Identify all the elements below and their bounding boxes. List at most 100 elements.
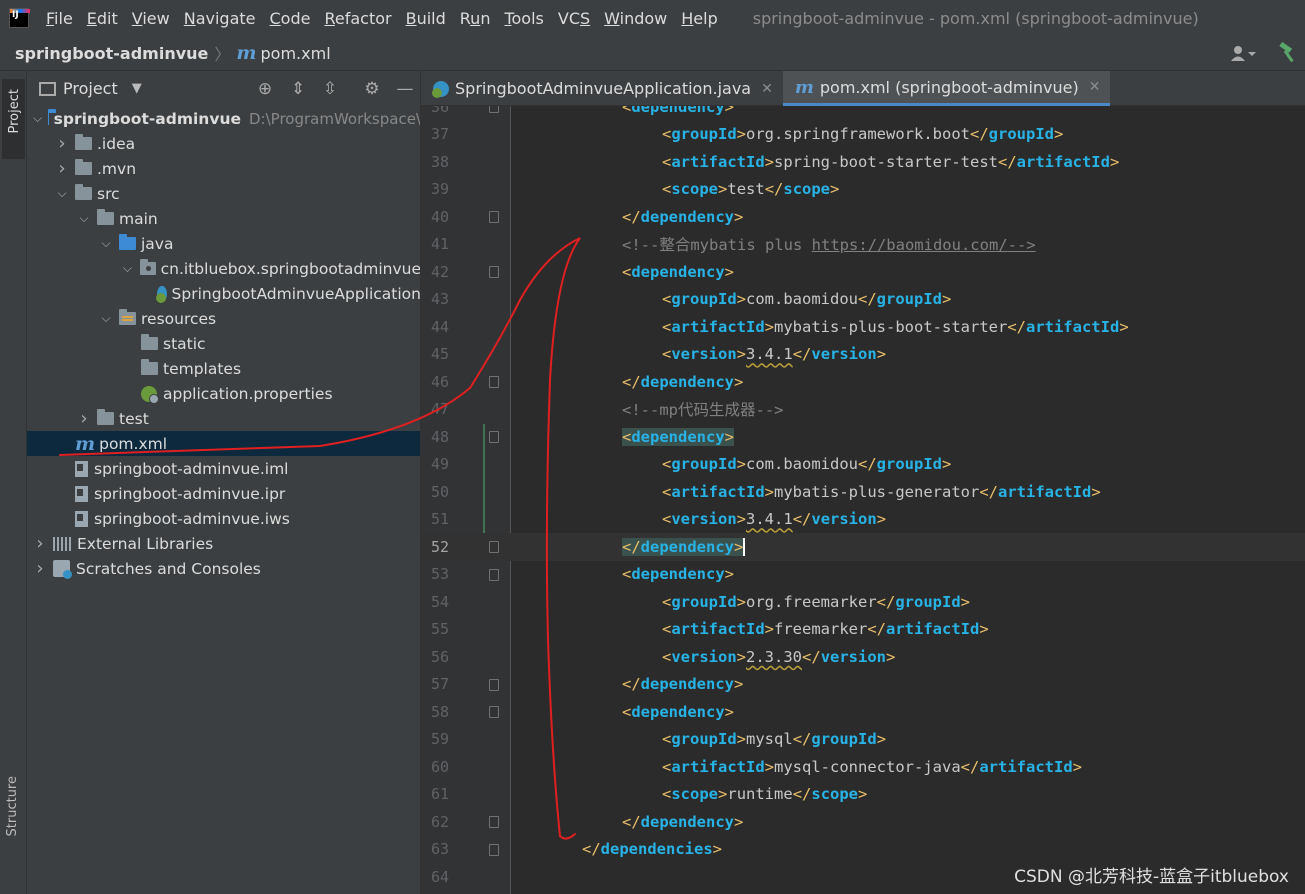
tree-item[interactable]: ⌵ src xyxy=(27,181,420,206)
fold-open-icon[interactable] xyxy=(489,106,499,113)
code-line[interactable]: 52 </dependency> xyxy=(421,533,1305,561)
chevron-right-icon[interactable]: › xyxy=(33,533,47,554)
menu-run[interactable]: Run xyxy=(453,9,498,28)
code-line[interactable]: 46 </dependency> xyxy=(421,368,1305,396)
chevron-right-icon[interactable]: › xyxy=(55,158,69,179)
editor-tab[interactable]: SpringbootAdminvueApplication.java ✕ xyxy=(421,71,783,106)
code-line[interactable]: 42 <dependency> xyxy=(421,258,1305,286)
tree-item[interactable]: › test xyxy=(27,406,420,431)
menu-tools[interactable]: Tools xyxy=(497,9,550,28)
code-line[interactable]: 43 <groupId>com.baomidou</groupId> xyxy=(421,286,1305,314)
menu-edit[interactable]: Edit xyxy=(80,9,125,28)
code-line[interactable]: 61 <scope>runtime</scope> xyxy=(421,781,1305,809)
chevron-down-icon[interactable]: ⌵ xyxy=(77,211,91,226)
fold-close-icon[interactable] xyxy=(489,816,499,828)
tree-item[interactable]: ›templates xyxy=(27,356,420,381)
intellij-logo-icon[interactable] xyxy=(9,8,30,28)
code-line[interactable]: 53 <dependency> xyxy=(421,561,1305,589)
menu-help[interactable]: Help xyxy=(674,9,724,28)
chevron-down-icon[interactable]: ⌵ xyxy=(99,311,113,326)
code-line[interactable]: 57 </dependency> xyxy=(421,671,1305,699)
code-line[interactable]: 63 </dependencies> xyxy=(421,836,1305,864)
build-hammer-icon[interactable] xyxy=(1277,41,1299,64)
fold-open-icon[interactable] xyxy=(489,568,499,581)
project-panel-title[interactable]: Project xyxy=(63,79,118,98)
code-line[interactable]: 36 <dependency> xyxy=(421,106,1305,121)
code-line[interactable]: 56 <version>2.3.30</version> xyxy=(421,643,1305,671)
fold-open-icon[interactable] xyxy=(489,431,499,443)
code-line[interactable]: 60 <artifactId>mysql-connector-java</arti… xyxy=(421,753,1305,781)
menu-window[interactable]: Window xyxy=(597,9,674,28)
tree-item[interactable]: ⌵ main xyxy=(27,206,420,231)
code-line[interactable]: 40 </dependency> xyxy=(421,203,1305,231)
tree-item[interactable]: › .idea xyxy=(27,131,420,156)
code-line[interactable]: 38 <artifactId>spring-boot-starter-test</… xyxy=(421,148,1305,176)
gear-icon[interactable]: ⚙ xyxy=(362,79,382,99)
chevron-right-icon[interactable]: › xyxy=(33,558,47,579)
tree-item[interactable]: ›SpringbootAdminvueApplication xyxy=(27,281,420,306)
menu-file[interactable]: File xyxy=(39,9,80,28)
chevron-down-icon[interactable]: ⌵ xyxy=(55,186,69,201)
breadcrumb-file[interactable]: pom.xml xyxy=(261,44,331,63)
tree-item[interactable]: ›application.properties xyxy=(27,381,420,406)
chevron-down-icon[interactable]: ⌵ xyxy=(33,111,42,126)
project-tool-button[interactable]: Project xyxy=(2,79,25,159)
tree-item[interactable]: ⌵ resources xyxy=(27,306,420,331)
tree-item[interactable]: ›mpom.xml xyxy=(27,431,420,456)
close-icon[interactable]: ✕ xyxy=(761,81,773,97)
breadcrumb-project[interactable]: springboot-adminvue xyxy=(15,44,208,63)
minimize-icon[interactable]: — xyxy=(395,79,415,99)
code-line[interactable]: 50 <artifactId>mybatis-plus-generator</ar… xyxy=(421,478,1305,506)
tree-item[interactable]: ›springboot-adminvue.iws xyxy=(27,506,420,531)
tree-item[interactable]: ⌵ java xyxy=(27,231,420,256)
code-line[interactable]: 47 <!--mp代码生成器--> xyxy=(421,396,1305,424)
close-icon[interactable]: ✕ xyxy=(1089,79,1101,95)
fold-close-icon[interactable] xyxy=(489,541,499,553)
code-line[interactable]: 37 <groupId>org.springframework.boot</gro… xyxy=(421,121,1305,149)
structure-tool-button[interactable]: Structure xyxy=(5,776,20,836)
fold-close-icon[interactable] xyxy=(489,376,499,388)
user-icon[interactable] xyxy=(1229,44,1257,64)
chevron-down-icon[interactable]: ⌵ xyxy=(99,236,113,251)
tree-item[interactable]: ⌵ springboot-adminvue D:\ProgramWorkspace\ xyxy=(27,106,420,131)
code-editor[interactable]: 36 <dependency> 37 <groupId>org.springframe… xyxy=(421,106,1305,894)
menu-code[interactable]: Code xyxy=(263,9,318,28)
fold-close-icon[interactable] xyxy=(489,678,499,691)
fold-open-icon[interactable] xyxy=(489,266,499,278)
fold-close-icon[interactable] xyxy=(489,843,499,856)
tree-item[interactable]: ⌵ cn.itbluebox.springbootadminvue xyxy=(27,256,420,281)
menu-build[interactable]: Build xyxy=(399,9,453,28)
tree-item[interactable]: › .mvn xyxy=(27,156,420,181)
chevron-down-icon[interactable]: ⌵ xyxy=(121,261,134,276)
code-line[interactable]: 55 <artifactId>freemarker</artifactId> xyxy=(421,616,1305,644)
menu-refactor[interactable]: Refactor xyxy=(317,9,398,28)
chevron-down-icon[interactable]: ▼ xyxy=(132,81,142,96)
menu-view[interactable]: View xyxy=(125,9,177,28)
code-line[interactable]: 44 <artifactId>mybatis-plus-boot-starter<… xyxy=(421,313,1305,341)
tree-item[interactable]: ›springboot-adminvue.iml xyxy=(27,456,420,481)
code-line[interactable]: 48 <dependency> xyxy=(421,423,1305,451)
tree-item[interactable]: ›springboot-adminvue.ipr xyxy=(27,481,420,506)
expand-all-icon[interactable]: ⇕ xyxy=(288,79,308,99)
fold-close-icon[interactable] xyxy=(489,211,499,223)
menu-navigate[interactable]: Navigate xyxy=(177,9,263,28)
chevron-right-icon[interactable]: › xyxy=(77,408,91,429)
fold-open-icon[interactable] xyxy=(489,706,499,718)
code-line[interactable]: 59 <groupId>mysql</groupId> xyxy=(421,726,1305,754)
chevron-right-icon[interactable]: › xyxy=(55,133,69,154)
code-line[interactable]: 58 <dependency> xyxy=(421,698,1305,726)
tree-item[interactable]: › External Libraries xyxy=(27,531,420,556)
tree-item[interactable]: › Scratches and Consoles xyxy=(27,556,420,581)
code-line[interactable]: 39 <scope>test</scope> xyxy=(421,176,1305,204)
code-line[interactable]: 54 <groupId>org.freemarker</groupId> xyxy=(421,588,1305,616)
editor-tab[interactable]: m pom.xml (springboot-adminvue) ✕ xyxy=(782,71,1111,106)
comment-url[interactable]: https://baomidou.com/ xyxy=(812,236,1008,254)
code-line[interactable]: 45 <version>3.4.1</version> xyxy=(421,341,1305,369)
menu-vcs[interactable]: VCS xyxy=(551,9,597,28)
collapse-all-icon[interactable]: ⇳ xyxy=(320,79,340,99)
tree-item[interactable]: ›static xyxy=(27,331,420,356)
code-line[interactable]: 62 </dependency> xyxy=(421,808,1305,836)
code-line[interactable]: 51 <version>3.4.1</version> xyxy=(421,506,1305,534)
code-line[interactable]: 41 <!--整合mybatis plus https://baomidou.co… xyxy=(421,231,1305,259)
code-line[interactable]: 49 <groupId>com.baomidou</groupId> xyxy=(421,451,1305,479)
